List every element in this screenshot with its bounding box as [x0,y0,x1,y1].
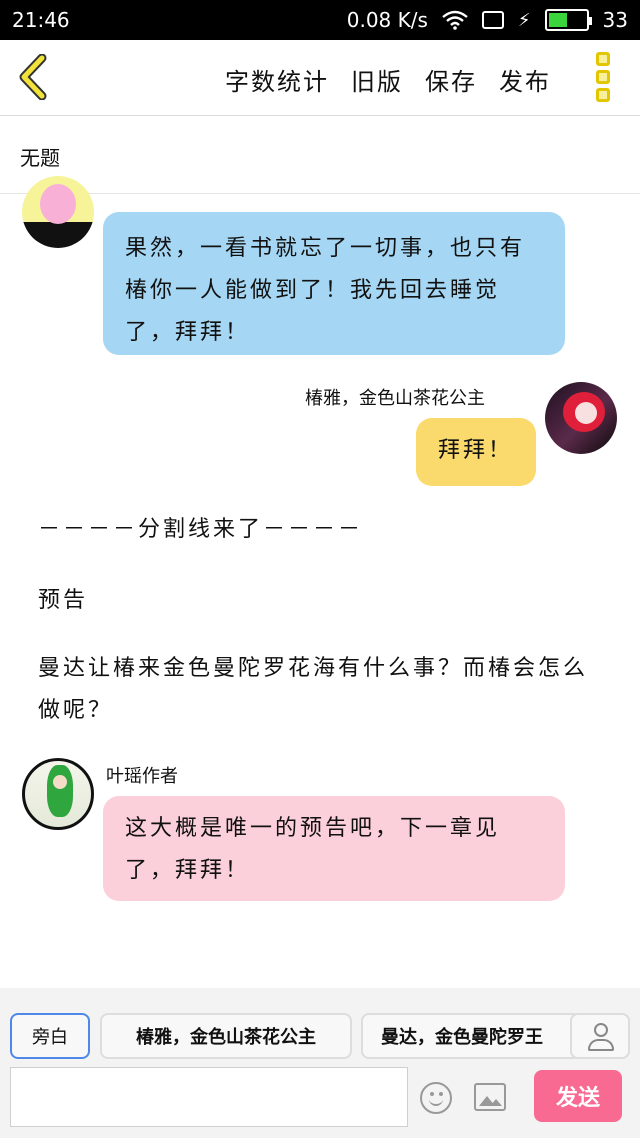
save-button[interactable]: 保存 [425,62,477,97]
avatar[interactable] [545,382,617,454]
avatar[interactable] [22,176,94,248]
publish-button[interactable]: 发布 [499,62,551,97]
avatar[interactable] [22,758,94,830]
role-aside-button[interactable]: 旁白 [10,1013,90,1059]
send-button[interactable]: 发送 [534,1070,622,1122]
wifi-icon [442,10,468,30]
role-button[interactable]: 椿雅，金色山茶花公主 [100,1013,352,1059]
message-bubble: 果然，一看书就忘了一切事，也只有椿你一人能做到了！我先回去睡觉了，拜拜！ [103,212,565,355]
network-speed: 0.08 K/s [346,8,428,32]
toolbar-actions: 字数统计 旧版 保存 发布 [225,62,551,97]
back-arrow-icon[interactable] [16,54,50,100]
emoji-icon[interactable] [420,1082,452,1114]
more-menu-icon[interactable] [596,52,612,102]
role-button[interactable]: 曼达，金色曼陀罗王 [361,1013,581,1059]
message-bubble: 拜拜！ [416,418,536,486]
separator-text: －－－－分割线来了－－－－ [38,517,364,542]
speaker-name: 椿雅，金色山茶花公主 [305,388,485,409]
status-right: 0.08 K/s ⚡ 33 [347,8,628,32]
speaker-name: 叶瑶作者 [106,766,178,787]
status-bar: 21:46 0.08 K/s ⚡ 33 [0,0,640,40]
preview-label: 预告 [38,588,89,613]
top-toolbar: 字数统计 旧版 保存 发布 [0,40,640,116]
message-input[interactable] [10,1067,408,1127]
word-count-button[interactable]: 字数统计 [225,62,329,97]
charging-icon: ⚡ [517,9,531,31]
old-version-button[interactable]: 旧版 [351,62,403,97]
battery-level: 33 [602,8,628,32]
message-bubble: 这大概是唯一的预告吧，下一章见了，拜拜！ [103,796,565,901]
screen-rotation-icon [481,11,504,29]
battery-icon [544,9,592,31]
status-time: 21:46 [12,8,70,32]
preview-text: 曼达让椿来金色曼陀罗花海有什么事？而椿会怎么做呢？ [38,656,589,723]
document-title[interactable]: 无题 [0,116,640,194]
image-icon[interactable] [474,1083,506,1111]
user-icon[interactable] [570,1013,630,1059]
